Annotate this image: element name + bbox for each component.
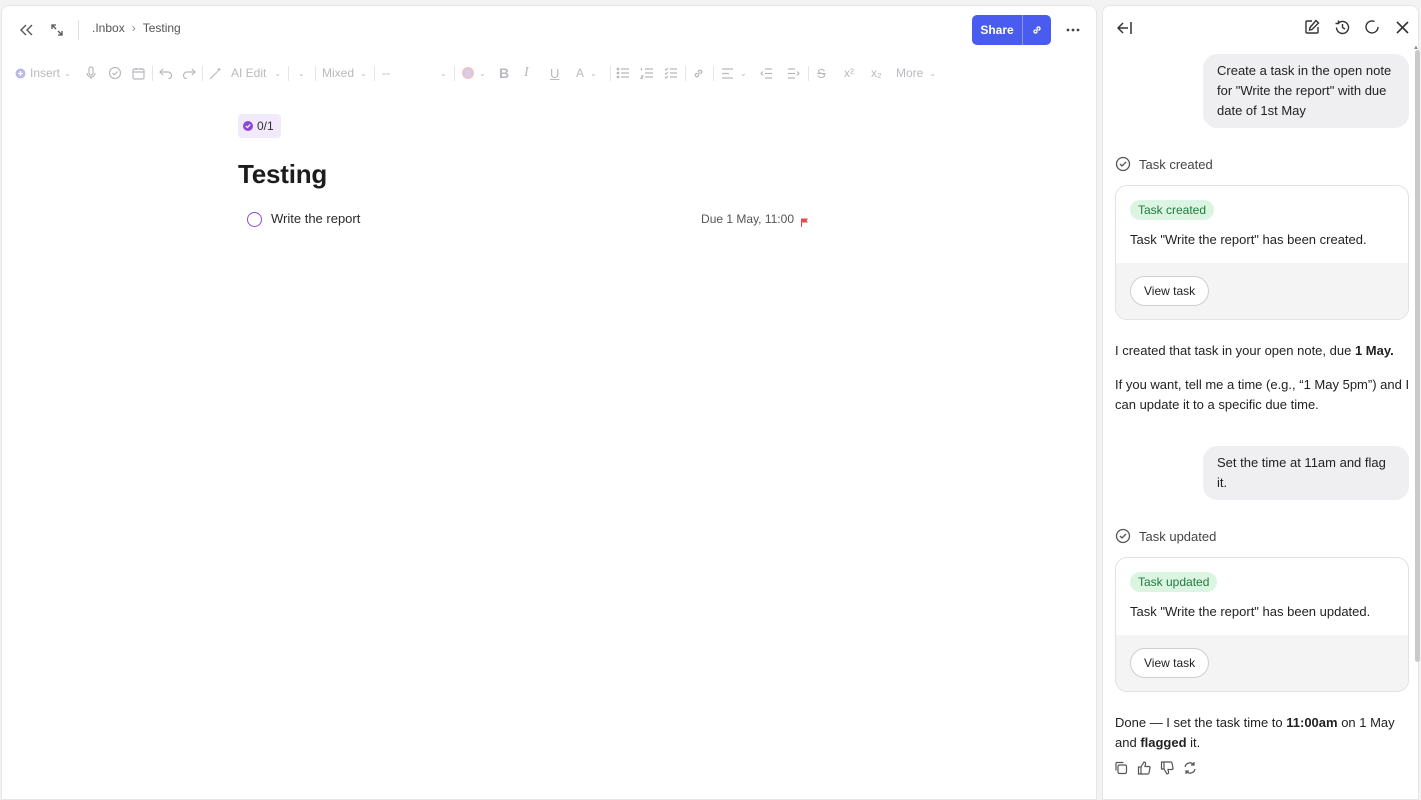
align-left-icon	[722, 67, 733, 79]
assistant-text: Done — I set the task time to	[1115, 715, 1287, 730]
status-badge: Task updated	[1130, 572, 1218, 592]
expand-icon[interactable]	[47, 20, 67, 40]
share-group: Share	[972, 15, 1051, 45]
bold-icon[interactable]: B	[499, 63, 509, 83]
thumbs-up-icon[interactable]	[1137, 761, 1151, 780]
assistant-text: I created that task in your open note, d…	[1115, 343, 1355, 358]
new-chat-icon[interactable]	[1302, 17, 1322, 37]
page-title[interactable]: Testing	[238, 159, 327, 190]
breadcrumb-current[interactable]: Testing	[143, 21, 181, 35]
task-result-card: Task created Task "Write the report" has…	[1115, 185, 1409, 320]
subscript-icon[interactable]: x₂	[871, 63, 882, 83]
more-label: More	[896, 66, 924, 80]
check-badge-icon	[243, 121, 253, 131]
task-item[interactable]: Write the report Due 1 May, 11:00	[247, 208, 812, 230]
check-circle-icon	[1115, 528, 1131, 544]
more-options-icon[interactable]	[1063, 20, 1083, 40]
tool-status: Task updated	[1115, 528, 1216, 544]
ai-edit-label: AI Edit	[231, 66, 267, 80]
chat-header	[1103, 6, 1418, 50]
task-result-message: Task "Write the report" has been created…	[1130, 232, 1367, 247]
note-editor: .Inbox › Testing Share Insert ⌄ AI Edit …	[1, 5, 1097, 800]
assistant-message: If you want, tell me a time (e.g., “1 Ma…	[1115, 377, 1410, 412]
more-formatting-dropdown[interactable]: More ⌄	[896, 63, 936, 83]
collapse-panel-icon[interactable]	[1115, 18, 1135, 38]
tool-status-label: Task created	[1139, 156, 1213, 172]
card-footer: View task	[1116, 635, 1408, 691]
heading-dropdown[interactable]: ⌄	[298, 63, 305, 83]
thumbs-down-icon[interactable]	[1160, 761, 1174, 780]
assistant-message: Done — I set the task time to 11:00am on…	[1115, 713, 1411, 753]
assistant-text-bold: 11:00am	[1286, 715, 1338, 730]
task-progress-badge[interactable]: 0/1	[238, 114, 281, 138]
text-style-dropdown[interactable]: Mixed ⌄	[322, 63, 367, 83]
collapse-sidebar-icon[interactable]	[17, 20, 37, 40]
insert-label: Insert	[30, 66, 61, 80]
text-color-picker[interactable]: ⌄	[461, 63, 486, 83]
chat-scrollbar[interactable]	[1415, 50, 1420, 662]
font-dropdown[interactable]: -- ⌄	[382, 63, 447, 83]
view-task-button[interactable]: View task	[1130, 648, 1210, 678]
user-message: Set the time at 11am and flag it.	[1203, 446, 1409, 500]
strikethrough-icon[interactable]: S	[817, 63, 826, 83]
assistant-message: I created that task in your open note, d…	[1115, 341, 1415, 361]
breadcrumb: .Inbox › Testing	[92, 21, 181, 35]
view-task-button[interactable]: View task	[1130, 276, 1210, 306]
regenerate-icon[interactable]	[1183, 761, 1197, 780]
align-dropdown[interactable]: ⌄	[721, 63, 747, 83]
breadcrumb-parent[interactable]: .Inbox	[92, 21, 125, 35]
copy-link-button[interactable]	[1022, 15, 1051, 45]
font-label: --	[382, 66, 390, 80]
editor-topbar: .Inbox › Testing Share	[2, 6, 1096, 52]
flag-icon[interactable]	[801, 214, 808, 232]
checklist-icon[interactable]	[664, 63, 678, 83]
refresh-icon[interactable]	[1362, 17, 1382, 37]
check-circle-icon[interactable]	[108, 63, 122, 83]
insert-menu[interactable]: Insert ⌄	[15, 63, 71, 83]
close-icon[interactable]	[1392, 17, 1412, 37]
task-result-message: Task "Write the report" has been updated…	[1130, 604, 1371, 619]
italic-icon[interactable]: I	[524, 63, 529, 83]
superscript-icon[interactable]: x²	[844, 63, 854, 83]
history-icon[interactable]	[1332, 17, 1352, 37]
share-button[interactable]: Share	[972, 15, 1022, 45]
color-swatch-icon	[462, 67, 474, 79]
user-message: Create a task in the open note for "Writ…	[1203, 54, 1409, 128]
message-actions	[1114, 761, 1197, 780]
check-circle-icon	[1115, 156, 1131, 172]
redo-icon[interactable]	[182, 63, 196, 83]
status-badge: Task created	[1130, 200, 1215, 220]
tool-status-label: Task updated	[1139, 528, 1217, 544]
indent-decrease-icon[interactable]	[760, 63, 773, 83]
task-progress-count: 0/1	[257, 119, 274, 133]
task-checkbox[interactable]	[247, 212, 262, 227]
link-icon[interactable]	[692, 63, 705, 83]
underline-icon[interactable]: U	[550, 63, 559, 83]
indent-increase-icon[interactable]	[787, 63, 800, 83]
assistant-text-bold: 1 May.	[1354, 343, 1394, 358]
text-style-label: Mixed	[322, 66, 355, 80]
task-text[interactable]: Write the report	[271, 211, 360, 226]
formatting-toolbar: Insert ⌄ AI Edit ⌄ ⌄ Mixed ⌄ -- ⌄ ⌄ B I …	[2, 58, 1096, 88]
magic-wand-icon	[209, 67, 221, 79]
highlight-icon[interactable]: A ⌄	[576, 63, 597, 83]
divider	[78, 20, 79, 40]
tool-status: Task created	[1115, 156, 1213, 172]
numbered-list-icon[interactable]	[640, 63, 654, 83]
link-icon	[1033, 26, 1041, 34]
assistant-text-bold: flagged	[1140, 735, 1187, 750]
bullet-list-icon[interactable]	[616, 63, 630, 83]
card-footer: View task	[1116, 263, 1408, 319]
undo-icon[interactable]	[159, 63, 173, 83]
plus-circle-icon	[15, 68, 26, 78]
ai-edit-button[interactable]: AI Edit ⌄	[209, 63, 281, 83]
task-result-card: Task updated Task "Write the report" has…	[1115, 557, 1409, 692]
mic-icon[interactable]	[85, 63, 97, 83]
copy-icon[interactable]	[1114, 761, 1128, 780]
breadcrumb-separator: ›	[131, 21, 136, 35]
assistant-text: it.	[1186, 735, 1201, 750]
calendar-icon[interactable]	[132, 63, 145, 83]
task-due-date[interactable]: Due 1 May, 11:00	[701, 212, 794, 226]
